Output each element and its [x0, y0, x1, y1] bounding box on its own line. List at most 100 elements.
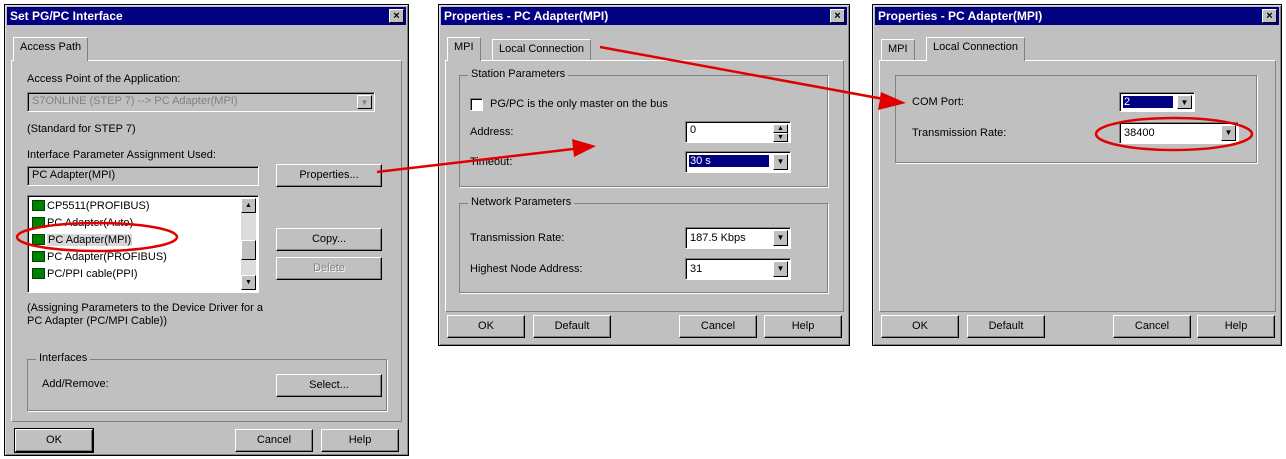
timeout-label: Timeout: — [470, 156, 513, 168]
list-item-label: CP5511(PROFIBUS) — [47, 200, 150, 212]
driver-description-text: (Assigning Parameters to the Device Driv… — [27, 302, 263, 327]
network-parameters-label: Network Parameters — [468, 196, 575, 208]
access-point-combo[interactable]: S7ONLINE (STEP 7) --> PC Adapter(MPI) ▼ — [27, 92, 375, 112]
list-scrollbar[interactable]: ▲ ▼ — [241, 198, 256, 290]
spin-down-icon[interactable]: ▼ — [773, 133, 788, 142]
list-item[interactable]: PC Adapter(PROFIBUS) — [32, 249, 167, 265]
help-button[interactable]: Help — [764, 315, 842, 338]
list-item[interactable]: PC Adapter(Auto) — [32, 215, 133, 231]
list-item-selected[interactable]: PC Adapter(MPI) — [32, 232, 133, 248]
cancel-button-label: Cancel — [256, 434, 292, 446]
properties-mpi-dialog: Properties - PC Adapter(MPI) × MPI Local… — [438, 4, 850, 346]
local-connection-panel: COM Port: 2 ▼ Transmission Rate: 38400 ▼ — [879, 60, 1276, 312]
ok-button[interactable]: OK — [14, 428, 94, 453]
interfaces-group: Interfaces Add/Remove: Select... — [27, 352, 387, 411]
dialog3-title: Properties - PC Adapter(MPI) — [875, 7, 1279, 25]
close-icon: × — [393, 10, 400, 22]
network-parameters-group: Network Parameters Transmission Rate: 18… — [459, 196, 828, 293]
station-parameters-label: Station Parameters — [468, 68, 569, 80]
set-pgpc-interface-dialog: Set PG/PC Interface × Access Path Access… — [4, 4, 409, 456]
help-button-label: Help — [791, 320, 815, 332]
network-card-icon — [32, 216, 45, 228]
highest-node-value: 31 — [690, 263, 703, 275]
com-port-label: COM Port: — [912, 96, 964, 108]
access-point-label: Access Point of the Application: — [27, 73, 181, 85]
chevron-down-icon[interactable]: ▼ — [357, 95, 372, 109]
ok-button-label: OK — [478, 320, 494, 332]
access-point-value: S7ONLINE (STEP 7) --> PC Adapter(MPI) — [32, 95, 238, 107]
only-master-label: PG/PC is the only master on the bus — [490, 98, 668, 110]
highest-node-combo[interactable]: 31 ▼ — [685, 258, 791, 280]
dialog2-title: Properties - PC Adapter(MPI) — [441, 7, 847, 25]
transmission-rate-combo[interactable]: 38400 ▼ — [1119, 122, 1239, 144]
chevron-down-icon[interactable]: ▼ — [773, 261, 788, 277]
ok-button-label: OK — [912, 320, 928, 332]
tab-access-path[interactable]: Access Path — [13, 37, 89, 61]
dialog2-close-button[interactable]: × — [830, 9, 845, 23]
help-button-label: Help — [1224, 320, 1248, 332]
local-connection-group: COM Port: 2 ▼ Transmission Rate: 38400 ▼ — [895, 75, 1257, 163]
select-button[interactable]: Select... — [276, 374, 382, 397]
spin-up-icon[interactable]: ▲ — [773, 124, 788, 133]
cancel-button[interactable]: Cancel — [1113, 315, 1191, 338]
dialog1-close-button[interactable]: × — [389, 9, 404, 23]
list-item-label: PC Adapter(MPI) — [47, 234, 133, 246]
default-button[interactable]: Default — [533, 315, 611, 338]
delete-button[interactable]: Delete — [276, 257, 382, 280]
default-button-label: Default — [554, 320, 590, 332]
network-card-icon — [32, 267, 45, 279]
access-path-panel: Access Point of the Application: S7ONLIN… — [11, 60, 402, 422]
transmission-rate-combo[interactable]: 187.5 Kbps ▼ — [685, 227, 791, 249]
list-item-label: PC/PPI cable(PPI) — [47, 268, 138, 280]
tab-mpi[interactable]: MPI — [447, 37, 481, 61]
add-remove-label: Add/Remove: — [42, 378, 109, 390]
dialog3-close-button[interactable]: × — [1262, 9, 1277, 23]
transmission-rate-label: Transmission Rate: — [470, 232, 565, 244]
properties-button[interactable]: Properties... — [276, 164, 382, 187]
delete-button-label: Delete — [313, 262, 345, 274]
chevron-down-icon[interactable]: ▼ — [773, 230, 788, 246]
tab-local-connection[interactable]: Local Connection — [492, 39, 592, 60]
scroll-up-icon[interactable]: ▲ — [241, 198, 256, 213]
properties-local-connection-dialog: Properties - PC Adapter(MPI) × MPI Local… — [872, 4, 1282, 346]
ok-button[interactable]: OK — [881, 315, 959, 338]
param-assignment-field: PC Adapter(MPI) — [27, 166, 259, 186]
help-button[interactable]: Help — [1197, 315, 1275, 338]
address-value: 0 — [690, 124, 697, 136]
scroll-down-icon[interactable]: ▼ — [241, 275, 256, 290]
chevron-down-icon[interactable]: ▼ — [773, 154, 788, 170]
com-port-combo[interactable]: 2 ▼ — [1119, 92, 1195, 112]
list-item[interactable]: PC/PPI cable(PPI) — [32, 266, 137, 282]
chevron-down-icon[interactable]: ▼ — [1221, 125, 1236, 141]
tab-local-connection[interactable]: Local Connection — [926, 37, 1026, 61]
only-master-checkbox[interactable] — [470, 98, 483, 111]
list-item-label: PC Adapter(Auto) — [47, 217, 134, 229]
station-parameters-group: Station Parameters PG/PC is the only mas… — [459, 68, 828, 187]
network-card-icon — [32, 233, 45, 245]
param-assignment-label: Interface Parameter Assignment Used: — [27, 149, 216, 161]
param-assignment-value: PC Adapter(MPI) — [32, 169, 116, 181]
timeout-combo[interactable]: 30 s ▼ — [685, 151, 791, 173]
list-item-label: PC Adapter(PROFIBUS) — [47, 251, 167, 263]
cancel-button[interactable]: Cancel — [235, 429, 313, 452]
mpi-panel: Station Parameters PG/PC is the only mas… — [445, 60, 844, 312]
interfaces-group-label: Interfaces — [36, 352, 91, 364]
help-button[interactable]: Help — [321, 429, 399, 452]
help-button-label: Help — [348, 434, 372, 446]
dialog1-title: Set PG/PC Interface — [7, 7, 406, 25]
scroll-thumb[interactable] — [241, 240, 256, 260]
copy-button[interactable]: Copy... — [276, 228, 382, 251]
default-button[interactable]: Default — [967, 315, 1045, 338]
chevron-down-icon[interactable]: ▼ — [1177, 95, 1192, 109]
cancel-button[interactable]: Cancel — [679, 315, 757, 338]
ok-button-label: OK — [46, 434, 62, 446]
list-item[interactable]: CP5511(PROFIBUS) — [32, 198, 150, 214]
ok-button[interactable]: OK — [447, 315, 525, 338]
cancel-button-label: Cancel — [700, 320, 736, 332]
address-spinner[interactable]: 0 ▲ ▼ — [685, 121, 791, 143]
network-card-icon — [32, 199, 45, 211]
interface-list[interactable]: CP5511(PROFIBUS) PC Adapter(Auto) PC Ada… — [27, 195, 259, 293]
transmission-rate-label: Transmission Rate: — [912, 127, 1007, 139]
cancel-button-label: Cancel — [1134, 320, 1170, 332]
tab-mpi[interactable]: MPI — [881, 39, 915, 60]
